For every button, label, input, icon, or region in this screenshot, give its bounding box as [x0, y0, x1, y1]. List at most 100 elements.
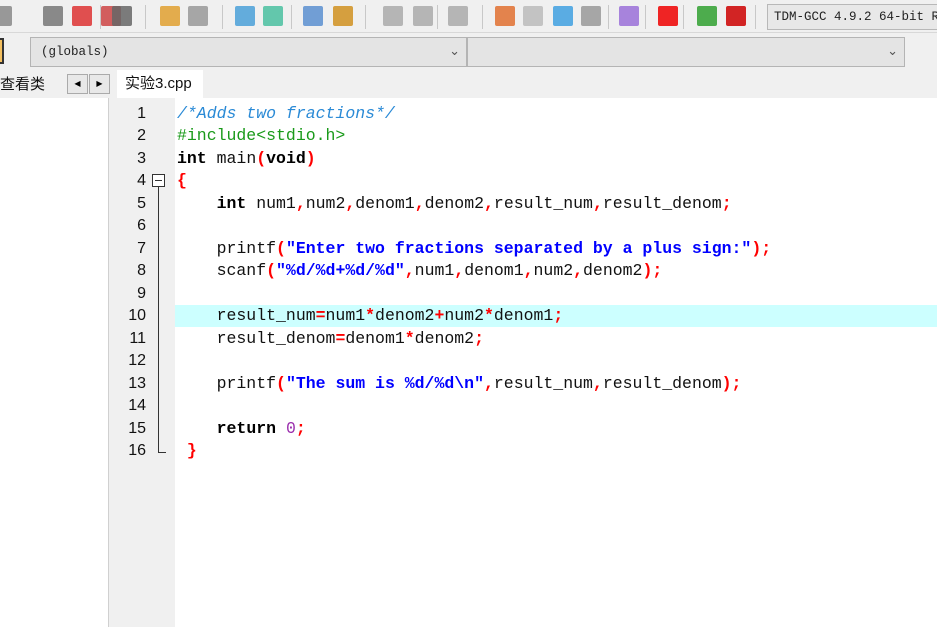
line-number: 15 — [128, 419, 146, 437]
insert-icon[interactable] — [333, 6, 353, 26]
code-token-op: + — [434, 306, 445, 326]
close-file-icon[interactable] — [72, 6, 92, 26]
code-line[interactable]: printf("Enter two fractions separated by… — [177, 238, 772, 261]
line-number: 14 — [128, 397, 146, 415]
compiler-select[interactable]: TDM-GCC 4.9.2 64-bit Release — [767, 4, 937, 30]
code-token-kw: int — [216, 193, 247, 213]
tab-file[interactable]: 实验3.cpp — [117, 70, 203, 98]
chevron-down-icon[interactable]: ⌄ — [449, 38, 460, 66]
redo-icon[interactable] — [188, 6, 208, 26]
code-token-t: denom2 — [583, 261, 643, 281]
code-token-t: denom2 — [375, 306, 435, 326]
code-token-t: result_num — [493, 193, 593, 213]
check-icon[interactable] — [619, 6, 639, 26]
code-token-kw: int — [177, 148, 207, 168]
chart-icon[interactable] — [697, 6, 717, 26]
tab-class-view[interactable]: 查看类 — [0, 72, 45, 98]
code-token-t: printf — [177, 373, 277, 393]
fold-collapse-icon[interactable] — [152, 174, 165, 187]
code-token-op: , — [454, 261, 465, 281]
save-all-icon[interactable] — [0, 6, 12, 26]
replace-icon[interactable] — [263, 6, 283, 26]
code-token-op: , — [483, 373, 494, 393]
scope-combo[interactable]: (globals) ⌄ — [30, 37, 467, 67]
scope-combo-value: (globals) — [41, 45, 109, 59]
code-token-t: result_denom — [177, 328, 336, 348]
stop-icon[interactable] — [726, 6, 746, 26]
code-token-t: denom2 — [424, 193, 485, 213]
color-grid-icon[interactable] — [553, 6, 573, 26]
tile-icon[interactable] — [581, 6, 601, 26]
code-line[interactable]: scanf("%d/%d+%d/%d",num1,denom1,num2,den… — [177, 260, 663, 283]
toolbar-separator — [100, 5, 101, 29]
toolbar-separator — [683, 5, 684, 29]
code-token-op: , — [523, 261, 534, 281]
code-line[interactable]: } — [177, 440, 197, 463]
goto-bookmark-icon[interactable] — [413, 6, 433, 26]
code-token-op: ; — [553, 306, 564, 326]
undo-icon[interactable] — [160, 6, 180, 26]
class-browser-panel[interactable] — [0, 98, 109, 627]
code-token-op: ); — [642, 261, 663, 281]
code-token-t: printf — [177, 238, 277, 258]
member-combo[interactable]: ⌄ — [467, 37, 905, 67]
code-token-str: "%d/%d+%d/%d" — [276, 261, 405, 281]
code-token-t — [177, 194, 217, 213]
code-token-op: ; — [295, 418, 306, 438]
toolbar-separator — [608, 5, 609, 29]
find-icon[interactable] — [235, 6, 255, 26]
delete-icon[interactable] — [658, 6, 678, 26]
code-line[interactable]: result_denom=denom1*denom2; — [177, 328, 484, 351]
line-number: 6 — [137, 217, 146, 235]
line-number: 5 — [137, 194, 146, 212]
code-token-t: denom1 — [345, 328, 405, 348]
code-token-t: scanf — [177, 261, 267, 281]
indent-icon[interactable] — [448, 6, 468, 26]
toolbar-separator — [365, 5, 366, 29]
code-token-t — [177, 419, 217, 438]
code-token-op: , — [414, 193, 425, 213]
code-token-op: * — [365, 306, 376, 326]
code-token-op: , — [484, 193, 494, 213]
code-token-op: } — [186, 441, 197, 461]
toolbar-separator — [222, 5, 223, 29]
code-token-kw: return — [216, 418, 277, 438]
code-line[interactable]: printf("The sum is %d/%d\n",result_num,r… — [177, 373, 742, 396]
toolbar-separator — [755, 5, 756, 29]
code-token-t: result_denom — [602, 193, 722, 213]
line-number: 10 — [128, 307, 146, 325]
fold-end — [158, 452, 166, 453]
code-token-str: "The sum is %d/%d\n" — [285, 373, 484, 393]
code-token-op: = — [335, 328, 346, 348]
line-number: 2 — [137, 127, 146, 145]
code-token-op: ) — [305, 148, 316, 168]
toolbar-separator — [482, 5, 483, 29]
code-line[interactable]: int num1,num2,denom1,denom2,result_num,r… — [177, 193, 732, 216]
code-line[interactable]: return 0; — [177, 418, 306, 441]
window-icon[interactable] — [523, 6, 543, 26]
tab-scroll-left-icon[interactable]: ◀ — [67, 74, 88, 94]
print-icon[interactable] — [112, 6, 132, 26]
toggle-panel-icon[interactable] — [303, 6, 323, 26]
code-line[interactable]: { — [177, 170, 187, 193]
tab-bar: 查看类 ◀ ▶ 实验3.cpp — [0, 70, 937, 98]
code-token-op: , — [573, 261, 584, 281]
chevron-down-icon[interactable]: ⌄ — [887, 38, 898, 66]
new-project-icon[interactable] — [495, 6, 515, 26]
line-number: 13 — [128, 374, 146, 392]
code-token-op: ; — [474, 328, 484, 348]
code-editor[interactable] — [175, 98, 937, 627]
bookmark-icon[interactable] — [383, 6, 403, 26]
tab-scroll-right-icon[interactable]: ▶ — [89, 74, 110, 94]
code-line[interactable]: #include<stdio.h> — [177, 125, 345, 148]
code-line[interactable]: result_num=num1*denom2+num2*denom1; — [177, 305, 564, 328]
code-line[interactable]: /*Adds two fractions*/ — [177, 103, 395, 126]
code-line[interactable]: int main(void) — [177, 148, 316, 171]
line-number: 11 — [129, 329, 146, 347]
copy-icon[interactable] — [43, 6, 63, 26]
code-token-t: result_denom — [602, 373, 722, 393]
code-token-op: * — [404, 328, 415, 348]
line-number: 1 — [137, 105, 146, 122]
toolbar-icon[interactable] — [0, 38, 4, 64]
code-token-kw: void — [266, 148, 306, 168]
